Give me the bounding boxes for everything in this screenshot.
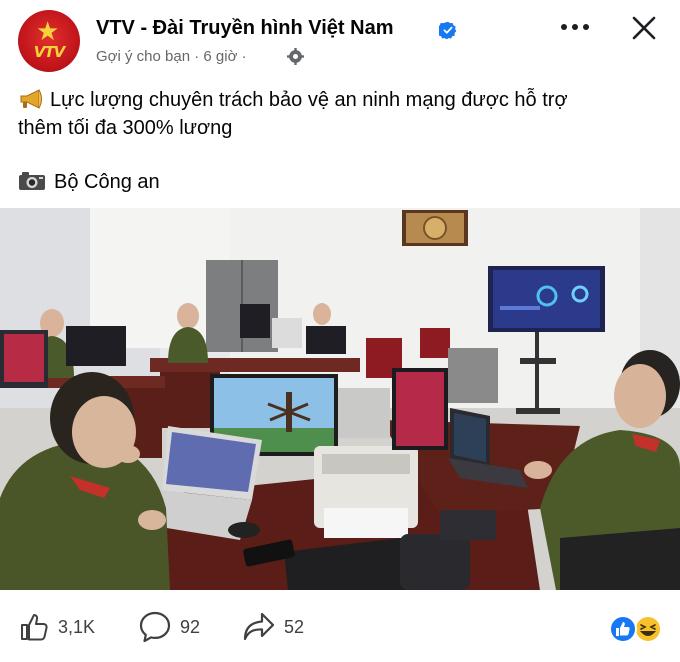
reaction-summary[interactable] bbox=[606, 614, 666, 644]
comment-count: 92 bbox=[180, 616, 201, 637]
share-count: 52 bbox=[284, 616, 305, 637]
page-name[interactable]: VTV - Đài Truyền hình Việt Nam bbox=[96, 17, 393, 40]
comment-bubble-icon bbox=[139, 611, 171, 643]
photo-credit: Bộ Công an bbox=[18, 168, 160, 196]
post-headline-part-1: Lực lượng chuyên trách bảo vệ an ninh mạ… bbox=[50, 89, 568, 111]
thumbs-up-icon bbox=[21, 614, 48, 641]
close-icon[interactable] bbox=[626, 10, 662, 46]
camera-icon bbox=[19, 172, 45, 190]
post-body: Lực lượng chuyên trách bảo vệ an ninh mạ… bbox=[18, 86, 668, 142]
more-options-icon[interactable] bbox=[553, 12, 597, 42]
post-headline-part-2: thêm tối đa 300% lương bbox=[18, 117, 233, 139]
verified-badge-icon bbox=[439, 21, 457, 39]
photo-credit-text: Bộ Công an bbox=[54, 171, 160, 193]
like-reaction-icon bbox=[609, 615, 637, 643]
like-button[interactable]: 3,1K bbox=[18, 610, 95, 644]
globe-icon bbox=[287, 48, 304, 65]
page-avatar[interactable]: ★ VTV bbox=[18, 10, 80, 72]
avatar-logo-text: VTV bbox=[33, 43, 65, 61]
megaphone-icon bbox=[20, 89, 42, 109]
post-text-line-1: Lực lượng chuyên trách bảo vệ an ninh mạ… bbox=[18, 86, 668, 114]
engagement-bar: 3,1K 92 52 bbox=[0, 598, 680, 658]
comment-button[interactable]: 92 bbox=[138, 610, 200, 644]
star-icon: ★ bbox=[36, 16, 60, 46]
share-button[interactable]: 52 bbox=[242, 610, 304, 644]
post-header: ★ VTV VTV - Đài Truyền hình Việt Nam Gợi… bbox=[0, 0, 680, 80]
share-arrow-icon bbox=[243, 612, 275, 641]
post-photo[interactable] bbox=[0, 208, 680, 590]
post-meta: Gợi ý cho bạn · 6 giờ · bbox=[96, 48, 247, 65]
haha-reaction-icon bbox=[634, 615, 662, 643]
like-count: 3,1K bbox=[58, 616, 96, 637]
